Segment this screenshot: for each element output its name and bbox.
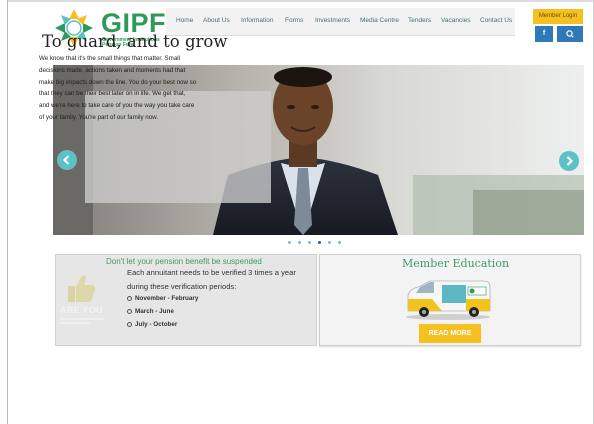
nav-home[interactable]: Home (176, 17, 193, 24)
search-button[interactable] (557, 26, 583, 42)
facebook-button[interactable]: f (535, 26, 553, 42)
thumbs-up-icon (68, 274, 96, 302)
period-label: November - February (135, 295, 199, 302)
verification-text: Each annuitant needs to be verified 3 ti… (127, 268, 296, 277)
clock-icon (127, 309, 132, 314)
search-icon (566, 30, 574, 38)
nav-media-centre[interactable]: Media Centre (360, 17, 399, 24)
nav-forms[interactable]: Forms (285, 17, 303, 24)
verification-period: November - February (127, 295, 198, 302)
slider-dot[interactable] (308, 241, 311, 244)
slider-dot[interactable] (338, 241, 341, 244)
hero-line: make big impacts down the line. You do y… (39, 78, 197, 86)
verification-heading: Don't let your pension benefit be suspen… (106, 257, 262, 266)
badge-decoration (60, 318, 104, 324)
hero-line: decisions made, actions taken and moment… (39, 66, 186, 74)
hero-line: We know that it's the small things that … (39, 55, 181, 62)
are-you-badge: ARE YOU (60, 305, 103, 315)
slider-next-button[interactable] (559, 151, 579, 171)
slider-dot-active[interactable] (318, 241, 321, 244)
period-label: March - June (135, 308, 174, 315)
nav-investments[interactable]: Investments (315, 17, 350, 24)
hero-description: We know that it's the small things that … (39, 53, 217, 124)
clock-icon (127, 296, 132, 301)
verification-text: during these verification periods: (127, 282, 237, 291)
slider-dot[interactable] (298, 241, 301, 244)
verification-period: March - June (127, 308, 174, 315)
member-login-button[interactable]: Member Login (533, 9, 583, 24)
nav-contact-us[interactable]: Contact Us (480, 17, 512, 24)
nav-vacancies[interactable]: Vacancies (441, 17, 471, 24)
period-label: July - October (135, 321, 178, 328)
nav-tenders[interactable]: Tenders (408, 17, 431, 24)
clock-icon (127, 322, 132, 327)
facebook-icon: f (542, 30, 546, 37)
chevron-left-icon (62, 155, 70, 165)
hero-title: To guard, and to grow (42, 32, 228, 51)
slider-prev-button[interactable] (57, 150, 77, 170)
slider-dot[interactable] (328, 241, 331, 244)
education-van-image (406, 280, 491, 320)
read-more-button[interactable]: READ MORE (419, 324, 481, 343)
hero-line: of your family. You're part of our famil… (39, 113, 159, 121)
hero-line: and we're here to take care of you the w… (39, 102, 195, 110)
nav-information[interactable]: Information (241, 17, 274, 24)
chevron-right-icon (566, 156, 574, 166)
nav-about-us[interactable]: About Us (203, 17, 230, 24)
slider-dot[interactable] (288, 241, 291, 244)
hero-line: that they can be their best later on in … (39, 90, 186, 98)
top-strip (8, 0, 594, 2)
member-education-title: Member Education (402, 257, 510, 270)
page-frame-left (7, 0, 8, 424)
verification-period: July - October (127, 321, 177, 328)
